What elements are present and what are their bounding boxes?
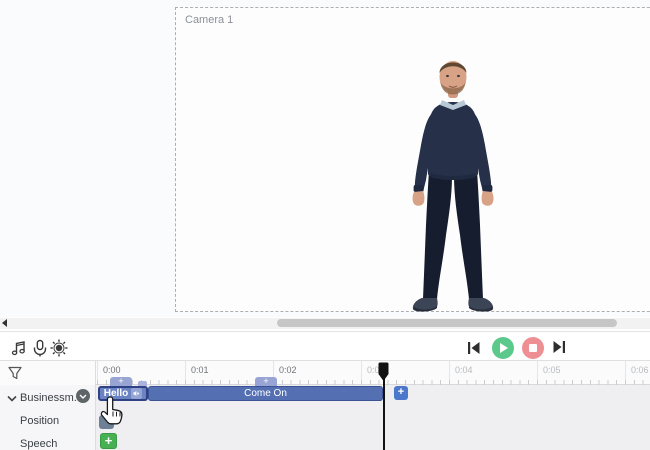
track-label: Position [20,415,59,427]
filter-icon[interactable] [8,366,22,380]
scrollbar-left-arrow-icon[interactable] [2,319,7,327]
add-clip-button[interactable]: + [394,386,408,400]
track-position[interactable]: Position [0,410,96,432]
track-speech[interactable]: Speech [0,433,96,450]
scrollbar-thumb[interactable] [277,319,617,327]
tick-label: 0:00 [103,365,121,375]
left-hand [413,191,425,206]
insert-clip-tab[interactable]: + [255,377,277,386]
timeline-body: Businessm... Position Speech + + Hello [0,385,650,450]
clip-label: Hello [104,388,128,399]
speaker-icon [131,388,142,399]
camera-label: Camera 1 [185,14,233,26]
timeline-ruler[interactable]: 0:00 0:01 0:02 0:03 0:04 0:05 0:06 [0,361,650,385]
insert-clip-tab[interactable]: + [110,377,132,386]
add-speech-button[interactable]: + [100,433,117,449]
skip-to-end-icon[interactable] [551,339,567,355]
stage-area: Camera 1 [0,0,650,317]
tick-label: 0:04 [455,365,473,375]
playhead-handle[interactable] [378,362,389,382]
ruler-left-cell [0,361,96,385]
clip-hello[interactable]: Hello [98,386,148,401]
animation-editor-window: Camera 1 [0,0,650,450]
brightness-icon[interactable] [49,338,69,358]
clip-come-on[interactable]: Come On [148,386,383,401]
stop-button[interactable] [522,337,544,359]
businessman-character[interactable] [385,55,525,315]
track-label: Speech [20,438,57,450]
play-button[interactable] [492,337,514,359]
play-icon [500,343,508,353]
tick-label: 0:05 [543,365,561,375]
right-hand [482,191,494,206]
stop-icon [529,344,537,352]
microphone-icon[interactable] [30,338,50,358]
position-keyframe-chip[interactable] [99,415,114,429]
music-icon[interactable] [9,338,29,358]
skip-to-start-icon[interactable] [466,340,482,356]
tick-label: 0:01 [191,365,209,375]
tick-label: 0:06 [631,365,649,375]
tick-label: 0:02 [279,365,297,375]
clip-label: Come On [244,388,287,399]
horizontal-scrollbar[interactable] [0,318,650,329]
animation-lane: + + Hello Come On + + [0,385,650,407]
